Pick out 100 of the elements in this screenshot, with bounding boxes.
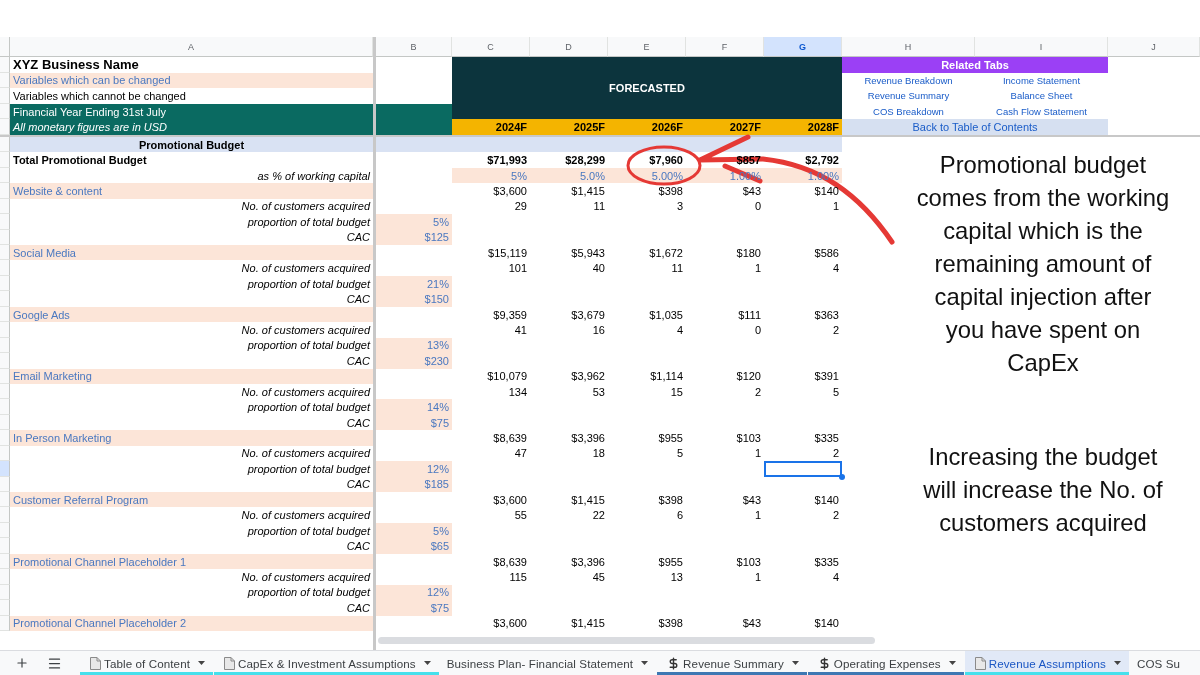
row-header[interactable] — [0, 214, 10, 230]
column-header[interactable]: B — [376, 37, 452, 57]
row-header[interactable] — [0, 245, 10, 261]
sheet-tab[interactable]: Operating Expenses — [807, 651, 964, 675]
table-cell-text: 3 — [675, 199, 684, 215]
table-cell-text: 115 — [508, 569, 528, 585]
row-header[interactable] — [0, 152, 10, 168]
table-cell: 5% — [376, 522, 452, 539]
row-header[interactable] — [0, 167, 10, 184]
column-header[interactable]: J — [1108, 37, 1200, 57]
row-header[interactable] — [0, 584, 10, 601]
row-header[interactable] — [0, 600, 10, 616]
table-cell: 5.00% — [608, 167, 686, 184]
tab-link[interactable]: COS Breakdown — [842, 103, 975, 120]
row-header[interactable] — [0, 615, 10, 631]
row-header[interactable] — [0, 306, 10, 323]
table-cell-text: $28,299 — [564, 153, 606, 168]
table-cell-text: $43 — [741, 492, 762, 508]
year-header: 2027F — [686, 119, 764, 135]
row-header[interactable] — [0, 461, 10, 477]
tab-link[interactable]: Revenue Breakdown — [842, 72, 975, 89]
table-cell: 12% — [376, 584, 452, 601]
table-cell-text: 40 — [591, 261, 606, 276]
plus-icon — [15, 656, 29, 670]
row-header[interactable] — [0, 538, 10, 554]
row-header[interactable] — [0, 337, 10, 354]
fill-handle[interactable] — [839, 473, 845, 480]
column-header[interactable]: G — [764, 37, 842, 57]
row-header[interactable] — [0, 198, 10, 215]
table-cell-text: 16 — [591, 322, 606, 338]
row-header[interactable] — [0, 399, 10, 415]
back-link[interactable]: Back to Table of Contents — [842, 119, 1108, 135]
table-cell-text: 6 — [675, 508, 684, 523]
table-cell: 14% — [376, 399, 452, 415]
row-header[interactable] — [0, 383, 10, 400]
sheet-tab[interactable]: COS Su — [1129, 651, 1189, 675]
table-cell-text: $9,359 — [492, 307, 528, 323]
sheet-tab[interactable]: Table of Content — [80, 651, 214, 675]
row-header[interactable] — [0, 322, 10, 338]
row-header[interactable] — [0, 88, 10, 104]
row-label: In Person Marketing — [10, 430, 373, 446]
row-header[interactable] — [0, 522, 10, 539]
row-header[interactable] — [0, 553, 10, 570]
row-label: Promotional Channel Placeholder 2 — [10, 615, 373, 631]
table-cell-text: $43 — [741, 616, 762, 631]
column-header[interactable]: I — [975, 37, 1108, 57]
sheet-tab[interactable]: Revenue Summary — [657, 651, 807, 675]
row-header[interactable] — [0, 183, 10, 199]
row-label: proportion of total budget — [246, 461, 372, 477]
row-header[interactable] — [0, 229, 10, 246]
column-header[interactable]: D — [530, 37, 608, 57]
row-header[interactable] — [0, 569, 10, 585]
row-header[interactable] — [0, 507, 10, 523]
row-header[interactable] — [0, 476, 10, 493]
column-header[interactable]: E — [608, 37, 686, 57]
sheet-corner[interactable] — [0, 37, 10, 57]
row-header[interactable] — [0, 57, 10, 73]
row-header[interactable] — [0, 72, 10, 89]
row-label: No. of customers acquired — [240, 384, 372, 400]
table-cell-text: $391 — [813, 369, 840, 384]
row-label: No. of customers acquired — [240, 508, 372, 523]
row-label: Total Promotional Budget — [12, 153, 148, 168]
row-header[interactable] — [0, 414, 10, 431]
row-label: No. of customers acquired — [240, 322, 372, 338]
sheet-tab[interactable]: CapEx & Investment Assumptions — [214, 651, 439, 675]
row-header[interactable] — [0, 260, 10, 276]
row-label: CAC — [345, 600, 371, 616]
table-cell-text: $111 — [737, 307, 762, 323]
tab-link[interactable]: Income Statement — [975, 72, 1108, 89]
column-header[interactable]: H — [842, 37, 975, 57]
tab-link[interactable]: Balance Sheet — [975, 88, 1108, 104]
row-header[interactable] — [0, 103, 10, 120]
selected-cell[interactable] — [764, 461, 842, 477]
column-header[interactable]: F — [686, 37, 764, 57]
table-cell-text: $71,993 — [486, 153, 528, 168]
row-header[interactable] — [0, 275, 10, 292]
table-cell-text: $955 — [657, 431, 684, 446]
row-label: Website & content — [10, 183, 373, 199]
table-cell-text: $140 — [813, 492, 840, 508]
row-header[interactable] — [0, 291, 10, 307]
tab-link[interactable]: Cash Flow Statement — [975, 103, 1108, 120]
table-cell-text: $1,415 — [570, 492, 606, 508]
row-header[interactable] — [0, 119, 10, 135]
table-cell-text: $363 — [813, 307, 840, 323]
horizontal-scrollbar[interactable] — [378, 637, 875, 645]
table-cell-text: 1 — [753, 446, 762, 462]
sheet-tab[interactable]: Revenue Assumptions — [964, 651, 1129, 675]
row-header[interactable] — [0, 445, 10, 462]
annotation-text: Promotional budget comes from the working capital which is the remaining amount of capital injection after you have spent on CapEx — [915, 149, 1171, 378]
row-header[interactable] — [0, 430, 10, 446]
column-header[interactable]: A — [10, 37, 373, 57]
row-header[interactable] — [0, 368, 10, 384]
row-header[interactable] — [0, 136, 10, 153]
tab-link[interactable]: Revenue Summary — [842, 88, 975, 104]
table-cell-text: $3,962 — [570, 369, 606, 384]
row-header[interactable] — [0, 353, 10, 369]
column-header[interactable]: C — [452, 37, 530, 57]
sheet-tab[interactable]: Business Plan- Financial Statement — [439, 651, 657, 675]
banner-text: Financial Year Ending 31st July — [10, 103, 373, 120]
row-header[interactable] — [0, 492, 10, 508]
